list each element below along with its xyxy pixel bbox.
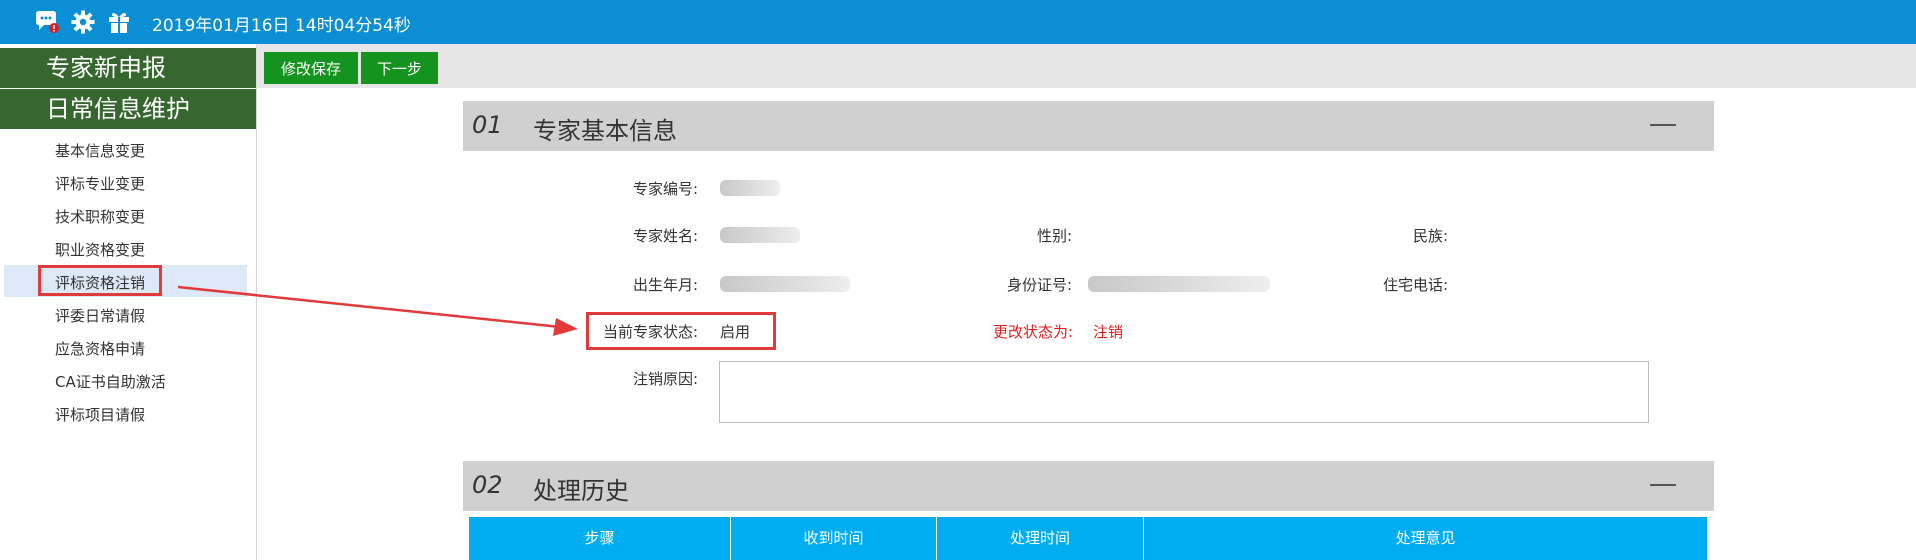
collapse-icon[interactable] bbox=[1650, 124, 1676, 126]
section-title: 专家基本信息 bbox=[533, 117, 677, 145]
sidebar-item-qualification-change[interactable]: 职业资格变更 bbox=[55, 239, 145, 260]
id-card-value-redacted bbox=[1088, 276, 1270, 292]
column-header-step: 步骤 bbox=[469, 517, 731, 560]
gear-icon[interactable] bbox=[70, 9, 96, 35]
sidebar-item-ca-activate[interactable]: CA证书自助激活 bbox=[55, 371, 166, 392]
sidebar-item-emergency-apply[interactable]: 应急资格申请 bbox=[55, 338, 145, 359]
gender-label: 性别: bbox=[1036, 227, 1072, 245]
section-number: 01 bbox=[472, 111, 503, 139]
sidebar-item-specialty-change[interactable]: 评标专业变更 bbox=[55, 173, 145, 194]
section-history-header[interactable]: 02 处理历史 bbox=[463, 461, 1714, 511]
history-table-header: 步骤 收到时间 处理时间 处理意见 bbox=[469, 517, 1707, 560]
expert-id-value-redacted bbox=[720, 180, 780, 196]
current-datetime: 2019年01月16日 14时04分54秒 bbox=[152, 16, 411, 36]
annotation-box-status bbox=[586, 312, 776, 350]
birth-value-redacted bbox=[720, 276, 850, 292]
sidebar-item-title-change[interactable]: 技术职称变更 bbox=[55, 206, 145, 227]
sidebar-group-new-application[interactable]: 专家新申报 bbox=[0, 48, 256, 88]
id-card-label: 身份证号: bbox=[1006, 276, 1072, 294]
sidebar-item-daily-leave[interactable]: 评委日常请假 bbox=[55, 305, 145, 326]
cancel-reason-input[interactable] bbox=[719, 361, 1649, 423]
annotation-box-sidebar bbox=[38, 265, 162, 296]
cancel-reason-label: 注销原因: bbox=[632, 370, 698, 388]
save-button[interactable]: 修改保存 bbox=[264, 52, 358, 84]
expert-id-label: 专家编号: bbox=[632, 180, 698, 198]
section-basic-info-header[interactable]: 01 专家基本信息 bbox=[463, 101, 1714, 151]
next-step-button[interactable]: 下一步 bbox=[361, 52, 438, 84]
toolbar: 修改保存 下一步 bbox=[257, 44, 1916, 88]
collapse-icon[interactable] bbox=[1650, 484, 1676, 486]
section-number: 02 bbox=[472, 471, 503, 499]
top-bar: 2019年01月16日 14时04分54秒 bbox=[0, 0, 1916, 44]
ethnicity-label: 民族: bbox=[1412, 227, 1448, 245]
name-label: 专家姓名: bbox=[632, 227, 698, 245]
change-status-label: 更改状态为: bbox=[992, 323, 1073, 341]
sidebar-item-project-leave[interactable]: 评标项目请假 bbox=[55, 404, 145, 425]
section-title: 处理历史 bbox=[533, 477, 629, 505]
birth-label: 出生年月: bbox=[632, 276, 698, 294]
column-header-received-time: 收到时间 bbox=[731, 517, 937, 560]
sidebar-group-daily-maintenance[interactable]: 日常信息维护 bbox=[0, 89, 256, 129]
sidebar: 专家新申报 日常信息维护 基本信息变更 评标专业变更 技术职称变更 职业资格变更… bbox=[0, 44, 257, 560]
home-phone-label: 住宅电话: bbox=[1382, 276, 1448, 294]
chat-bubble-icon[interactable] bbox=[34, 9, 60, 35]
column-header-opinion: 处理意见 bbox=[1395, 529, 1456, 547]
column-header-processed-time: 处理时间 bbox=[937, 517, 1144, 560]
gift-icon[interactable] bbox=[106, 9, 132, 35]
change-status-value: 注销 bbox=[1093, 323, 1124, 341]
name-value-redacted bbox=[720, 227, 800, 243]
sidebar-item-basic-info-change[interactable]: 基本信息变更 bbox=[55, 140, 145, 161]
